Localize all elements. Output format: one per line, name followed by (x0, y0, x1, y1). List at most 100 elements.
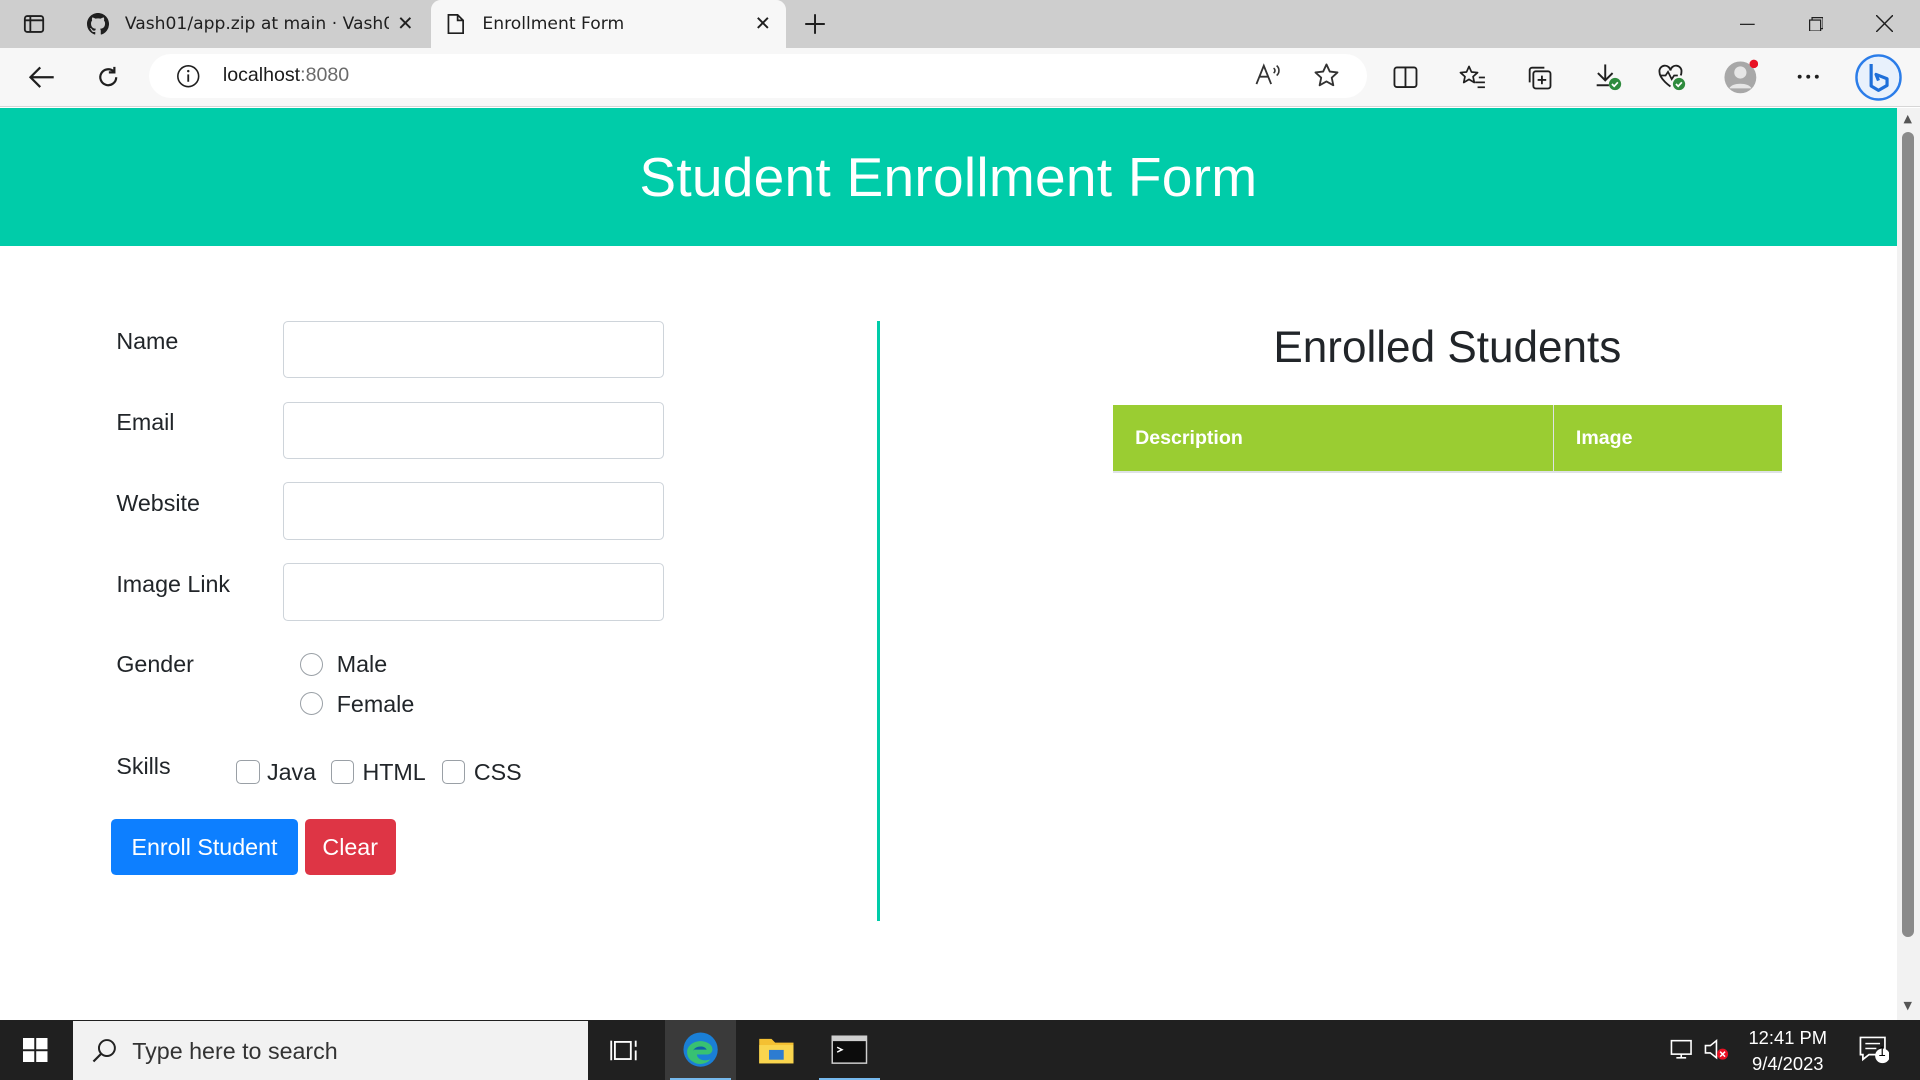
enrolled-students-title: Enrolled Students (1273, 323, 1622, 373)
minimize-icon (1740, 23, 1755, 25)
tab-close-icon[interactable]: ✕ (747, 8, 779, 40)
skill-java-label[interactable]: Java (267, 759, 316, 786)
page-content: Student Enrollment Form Name Email Websi… (0, 107, 1897, 1020)
email-label: Email (116, 408, 175, 435)
gender-male-radio[interactable] (300, 652, 324, 676)
volume-muted-icon[interactable] (1702, 1035, 1731, 1064)
start-button[interactable] (0, 1020, 71, 1080)
refresh-icon (98, 66, 117, 87)
image-link-label: Image Link (116, 570, 231, 597)
close-window-button[interactable] (1850, 0, 1919, 48)
read-aloud-icon[interactable] (1254, 62, 1283, 94)
taskbar-file-explorer-app[interactable] (741, 1020, 812, 1080)
skill-css-label[interactable]: CSS (474, 759, 522, 786)
skill-java-checkbox[interactable] (236, 760, 260, 784)
github-icon (86, 12, 110, 36)
heart-pulse-icon (1658, 65, 1685, 91)
url-port: :8080 (300, 63, 350, 86)
collections-button[interactable] (1520, 58, 1559, 97)
url-host: localhost (222, 63, 301, 86)
minimize-button[interactable] (1713, 0, 1782, 48)
taskbar-edge-app[interactable] (664, 1020, 736, 1080)
downloads-button[interactable] (1588, 58, 1627, 97)
skill-html-checkbox[interactable] (330, 760, 354, 784)
windows-taskbar: Type here to search 12:41 PM 9/4/2023 1 (0, 1020, 1920, 1080)
bing-icon (1855, 53, 1902, 101)
search-icon (91, 1037, 118, 1069)
favorites-icon (1459, 65, 1486, 88)
edge-icon (683, 1032, 718, 1068)
task-view-icon (610, 1040, 637, 1060)
address-bar[interactable]: localhost:8080 (149, 53, 1367, 98)
image-link-input[interactable] (282, 563, 664, 621)
task-view-button[interactable] (589, 1020, 660, 1080)
settings-more-button[interactable] (1789, 58, 1828, 97)
browser-toolbar: localhost:8080 (0, 47, 1920, 107)
scroll-up-arrow-icon[interactable]: ▲ (1902, 112, 1914, 125)
tab-actions-button[interactable] (12, 7, 56, 41)
network-icon[interactable] (1668, 1035, 1697, 1064)
tab-github[interactable]: Vash01/app.zip at main · Vash01/ ✕ (73, 0, 428, 48)
taskbar-search-box[interactable]: Type here to search (73, 1021, 588, 1080)
email-input[interactable] (282, 401, 664, 460)
gender-female-label[interactable]: Female (337, 691, 415, 718)
page-scrollbar[interactable]: ▲ ▼ (1896, 107, 1920, 1020)
browser-titlebar: Vash01/app.zip at main · Vash01/ ✕ Enrol… (0, 0, 1920, 48)
scroll-down-arrow-icon[interactable]: ▼ (1902, 1000, 1914, 1012)
terminal-icon (831, 1035, 868, 1065)
enroll-student-button[interactable]: Enroll Student (111, 819, 298, 876)
bing-copilot-button[interactable] (1854, 53, 1903, 102)
collections-icon (1528, 66, 1552, 90)
name-input[interactable] (282, 320, 664, 379)
new-tab-button[interactable] (798, 7, 832, 41)
page-title: Student Enrollment Form (639, 145, 1258, 208)
windows-logo-icon (23, 1037, 48, 1063)
more-icon (1798, 75, 1820, 80)
tab-close-icon[interactable]: ✕ (389, 8, 421, 40)
split-screen-icon (1393, 66, 1418, 88)
skill-html-label[interactable]: HTML (362, 759, 425, 786)
clock-date: 9/4/2023 (1752, 1052, 1824, 1074)
taskbar-terminal-app[interactable] (814, 1020, 885, 1080)
notification-count: 1 (1878, 1044, 1886, 1060)
clear-button[interactable]: Clear (304, 819, 396, 876)
profile-button[interactable] (1720, 58, 1759, 97)
folder-icon (759, 1038, 794, 1064)
section-divider (876, 320, 881, 921)
tab-enrollment-form[interactable]: Enrollment Form ✕ (431, 0, 787, 48)
gender-female-radio[interactable] (300, 691, 324, 716)
info-icon[interactable] (176, 64, 200, 93)
skill-css-checkbox[interactable] (442, 760, 466, 784)
back-arrow-icon (29, 66, 54, 88)
refresh-button[interactable] (88, 58, 127, 97)
notification-center-button[interactable]: 1 (1856, 1035, 1890, 1064)
split-screen-button[interactable] (1386, 58, 1425, 97)
website-input[interactable] (282, 482, 664, 540)
page-icon (443, 12, 467, 36)
restore-icon (1808, 16, 1824, 32)
plus-icon (805, 14, 826, 35)
tab-actions-icon (24, 15, 45, 34)
search-placeholder: Type here to search (132, 1038, 338, 1065)
gender-male-label[interactable]: Male (337, 651, 387, 678)
taskbar-clock[interactable]: 12:41 PM 9/4/2023 (1734, 1025, 1842, 1076)
avatar (1724, 59, 1758, 94)
restore-button[interactable] (1782, 0, 1851, 48)
tab-title: Vash01/app.zip at main · Vash01/ (124, 13, 390, 34)
gender-label: Gender (116, 651, 194, 678)
back-button[interactable] (22, 58, 61, 97)
favorite-star-icon[interactable] (1313, 62, 1340, 94)
skills-label: Skills (116, 753, 171, 780)
clock-time: 12:41 PM (1748, 1026, 1828, 1048)
favorites-button[interactable] (1453, 58, 1492, 97)
scroll-thumb[interactable] (1901, 132, 1914, 937)
enrolled-table-header: Description Image (1113, 405, 1782, 473)
website-label: Website (116, 489, 200, 516)
column-header-description: Description (1113, 405, 1554, 473)
column-header-image: Image (1575, 427, 1633, 450)
url-text[interactable]: localhost:8080 (223, 64, 349, 87)
browser-essentials-button[interactable] (1652, 58, 1691, 97)
close-icon (1875, 15, 1894, 33)
name-label: Name (116, 328, 179, 355)
page-banner: Student Enrollment Form (0, 107, 1897, 247)
